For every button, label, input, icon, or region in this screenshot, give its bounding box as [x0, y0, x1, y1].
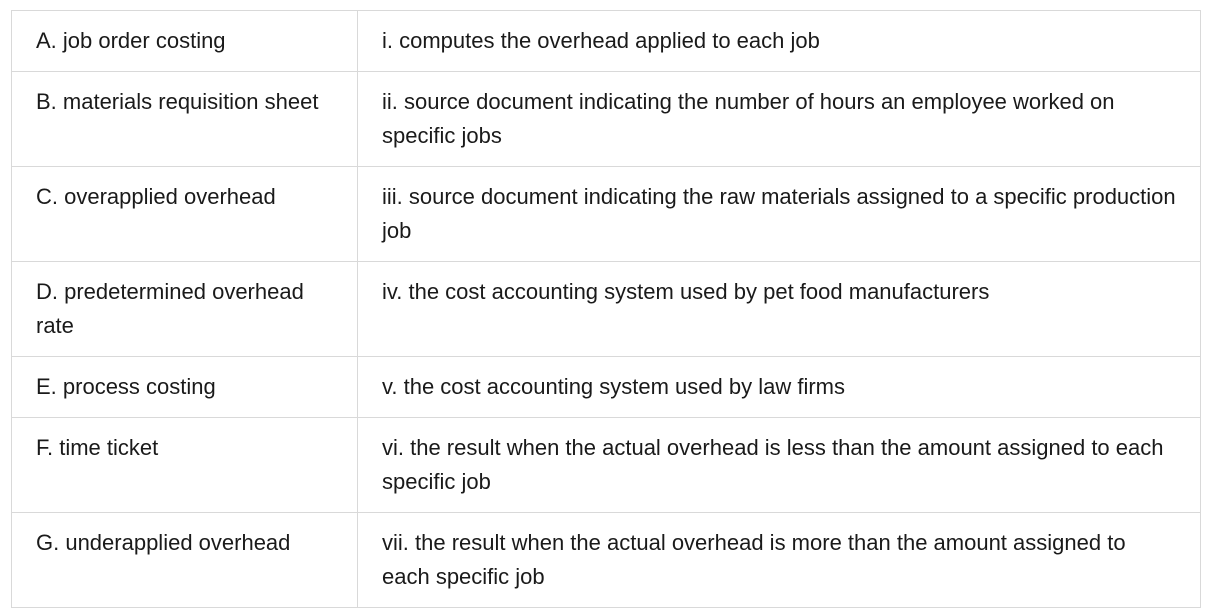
table-row: D. predetermined overhead rate iv. the c… — [11, 261, 1201, 357]
term-cell: F. time ticket — [11, 417, 358, 513]
table-row: B. materials requisition sheet ii. sourc… — [11, 71, 1201, 167]
definition-cell: ii. source document indicating the numbe… — [357, 71, 1201, 167]
matching-table: A. job order costing i. computes the ove… — [11, 10, 1201, 608]
term-cell: G. underapplied overhead — [11, 512, 358, 608]
definition-cell: iii. source document indicating the raw … — [357, 166, 1201, 262]
definition-cell: iv. the cost accounting system used by p… — [357, 261, 1201, 357]
table-row: C. overapplied overhead iii. source docu… — [11, 166, 1201, 262]
definition-cell: i. computes the overhead applied to each… — [357, 10, 1201, 72]
term-cell: A. job order costing — [11, 10, 358, 72]
definition-cell: vi. the result when the actual overhead … — [357, 417, 1201, 513]
table-row: A. job order costing i. computes the ove… — [11, 10, 1201, 72]
table-row: E. process costing v. the cost accountin… — [11, 356, 1201, 418]
term-cell: E. process costing — [11, 356, 358, 418]
term-cell: D. predetermined overhead rate — [11, 261, 358, 357]
term-cell: C. overapplied overhead — [11, 166, 358, 262]
table-row: F. time ticket vi. the result when the a… — [11, 417, 1201, 513]
table-row: G. underapplied overhead vii. the result… — [11, 512, 1201, 608]
definition-cell: v. the cost accounting system used by la… — [357, 356, 1201, 418]
term-cell: B. materials requisition sheet — [11, 71, 358, 167]
definition-cell: vii. the result when the actual overhead… — [357, 512, 1201, 608]
